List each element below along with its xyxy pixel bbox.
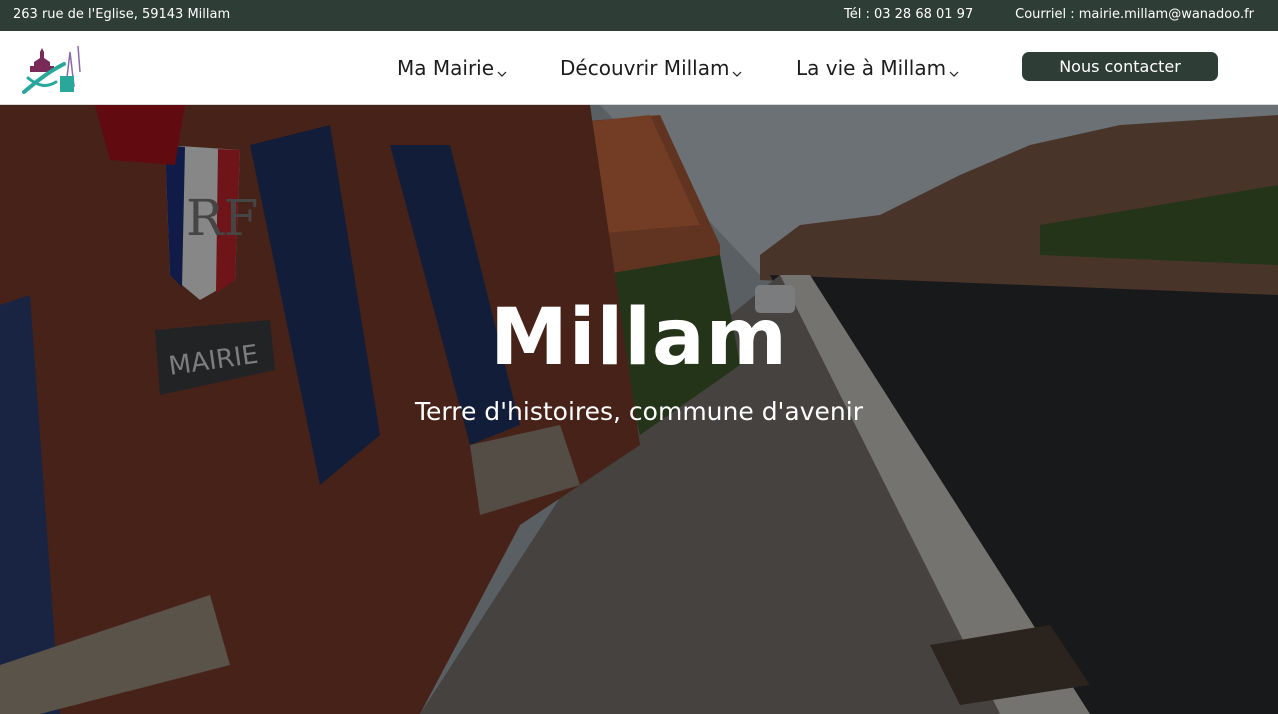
site-header: Ma Mairie Découvrir Millam La vie à Mill… <box>0 31 1278 105</box>
nav-label: Ma Mairie <box>397 56 495 80</box>
hero-banner: RF MAIRIE Millam Terre d'histoires, comm… <box>0 105 1278 714</box>
hero-title: Millam <box>490 293 788 383</box>
top-info-bar: 263 rue de l'Eglise, 59143 Millam Tél : … <box>0 0 1278 31</box>
hero-subtitle: Terre d'histoires, commune d'avenir <box>415 397 863 426</box>
address-text: 263 rue de l'Eglise, 59143 Millam <box>13 7 231 22</box>
chevron-down-icon <box>732 59 742 83</box>
contact-button[interactable]: Nous contacter <box>1022 52 1218 81</box>
nav-label: La vie à Millam <box>796 56 947 80</box>
logo-icon <box>22 45 81 94</box>
nav-decouvrir-millam[interactable]: Découvrir Millam <box>560 53 742 83</box>
millam-logo[interactable] <box>22 42 84 98</box>
nav-label: Découvrir Millam <box>560 56 730 80</box>
chevron-down-icon <box>497 59 507 83</box>
email-text[interactable]: Courriel : mairie.millam@wanadoo.fr <box>1015 7 1254 22</box>
nav-ma-mairie[interactable]: Ma Mairie <box>397 53 507 83</box>
nav-la-vie-a-millam[interactable]: La vie à Millam <box>796 53 959 83</box>
chevron-down-icon <box>949 59 959 83</box>
phone-text[interactable]: Tél : 03 28 68 01 97 <box>844 7 973 22</box>
